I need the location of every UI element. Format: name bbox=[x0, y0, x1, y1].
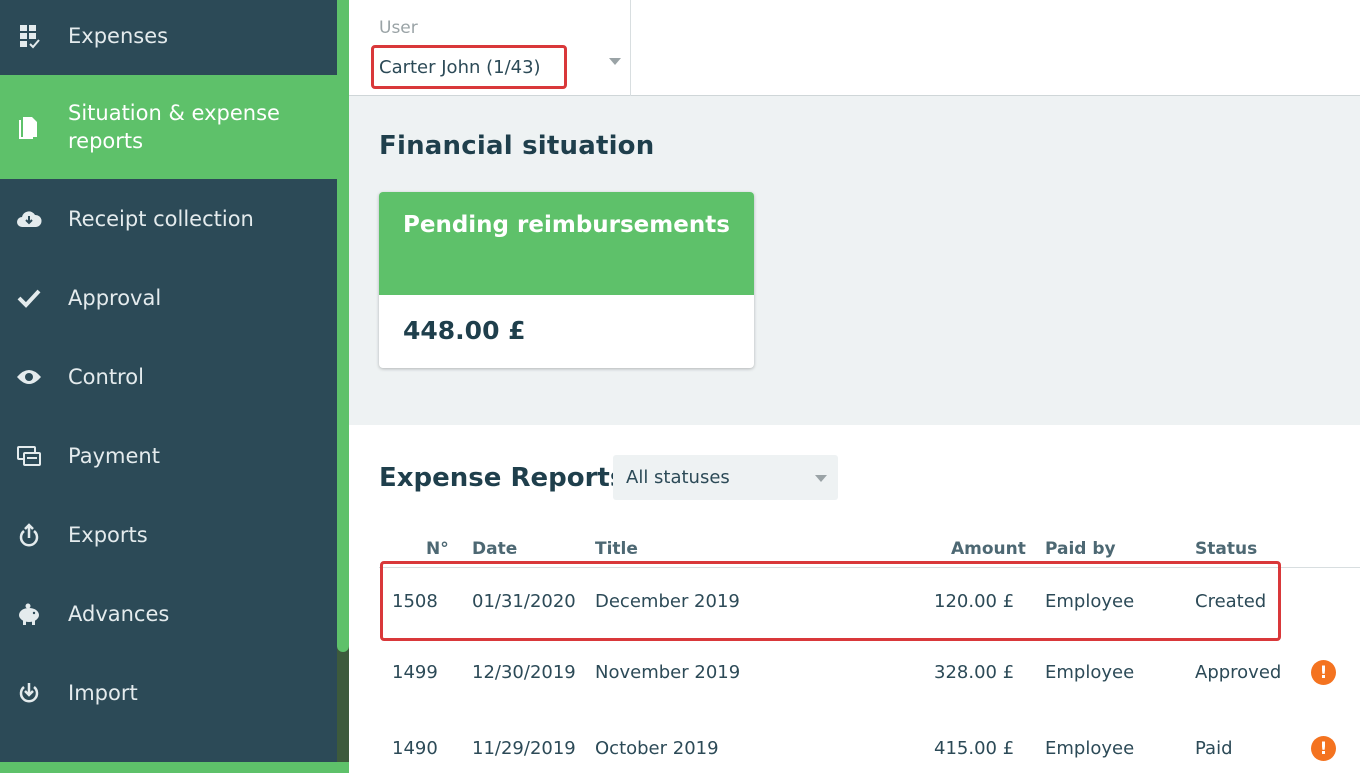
chevron-down-icon[interactable] bbox=[815, 475, 827, 482]
financial-situation-title: Financial situation bbox=[379, 131, 655, 161]
sidebar-item-expenses[interactable]: Expenses bbox=[0, 0, 337, 75]
column-header-title[interactable]: Title bbox=[595, 539, 638, 559]
sidebar-item-label: Payment bbox=[68, 444, 160, 468]
row-number: 1499 bbox=[392, 662, 438, 683]
pending-card-header: Pending reimbursements bbox=[379, 192, 754, 295]
row-number: 1490 bbox=[392, 738, 438, 759]
sidebar-scrollbar[interactable] bbox=[337, 0, 349, 773]
column-header-status[interactable]: Status bbox=[1195, 539, 1257, 559]
sidebar: Expenses Situation & expense reports Rec… bbox=[0, 0, 337, 773]
expenses-grid-icon bbox=[16, 24, 42, 50]
sidebar-item-advances[interactable]: Advances bbox=[0, 574, 337, 653]
pending-reimbursements-card: Pending reimbursements 448.00 £ bbox=[379, 192, 754, 368]
eye-icon bbox=[16, 364, 42, 390]
sidebar-item-import[interactable]: Import bbox=[0, 653, 337, 732]
user-label: User bbox=[379, 18, 418, 38]
sidebar-item-control[interactable]: Control bbox=[0, 337, 337, 416]
payment-icon bbox=[16, 443, 42, 469]
pending-amount: 448.00 £ bbox=[403, 316, 526, 345]
column-header-amount[interactable]: Amount bbox=[951, 539, 1026, 559]
column-header-date[interactable]: Date bbox=[472, 539, 517, 559]
expense-reports-title: Expense Reports bbox=[379, 463, 626, 493]
row-amount: 415.00 £ bbox=[934, 738, 1015, 759]
cloud-download-icon bbox=[16, 206, 42, 232]
row-date: 12/30/2019 bbox=[472, 662, 576, 683]
sidebar-item-label: Situation & expense reports bbox=[68, 101, 280, 153]
pending-card-title: Pending reimbursements bbox=[403, 212, 730, 238]
chevron-down-icon[interactable] bbox=[609, 58, 621, 65]
piggy-bank-icon bbox=[16, 601, 42, 627]
row-amount: 328.00 £ bbox=[934, 662, 1015, 683]
status-filter-select[interactable]: All statuses bbox=[613, 455, 838, 500]
column-header-number[interactable]: N° bbox=[426, 539, 449, 559]
row-date: 11/29/2019 bbox=[472, 738, 576, 759]
sidebar-item-situation[interactable]: Situation & expense reports bbox=[0, 75, 337, 179]
document-icon bbox=[16, 114, 42, 140]
sidebar-item-payment[interactable]: Payment bbox=[0, 416, 337, 495]
sidebar-item-label: Exports bbox=[68, 523, 148, 547]
sidebar-item-label: Import bbox=[68, 681, 138, 705]
user-select[interactable]: Carter John (1/43) bbox=[371, 45, 567, 89]
row-title: October 2019 bbox=[595, 738, 719, 759]
sidebar-item-label: Expenses bbox=[68, 24, 169, 48]
sidebar-item-receipt-collection[interactable]: Receipt collection bbox=[0, 179, 337, 258]
sidebar-item-label: Control bbox=[68, 365, 144, 389]
row-title: November 2019 bbox=[595, 662, 741, 683]
sidebar-scrollbar-thumb[interactable] bbox=[337, 0, 349, 652]
row-status: Paid bbox=[1195, 738, 1233, 759]
user-select-value: Carter John (1/43) bbox=[379, 56, 541, 78]
checkmark-icon bbox=[16, 285, 42, 311]
upload-icon bbox=[16, 522, 42, 548]
row-highlight-box bbox=[380, 561, 1281, 641]
status-filter-value: All statuses bbox=[626, 467, 730, 488]
row-paid-by: Employee bbox=[1045, 662, 1135, 683]
warning-icon[interactable]: ! bbox=[1311, 660, 1336, 685]
sidebar-item-label: Approval bbox=[68, 286, 162, 310]
sidebar-item-label: Advances bbox=[68, 602, 170, 626]
sidebar-item-approval[interactable]: Approval bbox=[0, 258, 337, 337]
divider bbox=[630, 0, 631, 96]
sidebar-item-exports[interactable]: Exports bbox=[0, 495, 337, 574]
row-paid-by: Employee bbox=[1045, 738, 1135, 759]
column-header-paid-by[interactable]: Paid by bbox=[1045, 539, 1116, 559]
user-selector-bar: User Carter John (1/43) bbox=[349, 0, 1360, 96]
sidebar-item-label: Receipt collection bbox=[68, 207, 254, 231]
sidebar-bottom-bar bbox=[0, 762, 349, 773]
download-icon bbox=[16, 680, 42, 706]
warning-icon[interactable]: ! bbox=[1311, 736, 1336, 761]
row-status: Approved bbox=[1195, 662, 1282, 683]
